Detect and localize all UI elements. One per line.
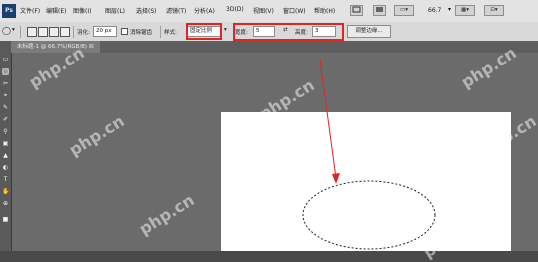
menu-image[interactable]: 图像(I): [73, 6, 91, 15]
lasso-tool-icon[interactable]: ✂: [2, 80, 9, 87]
menu-analysis[interactable]: 分析(A): [194, 6, 215, 15]
refine-edge-button[interactable]: 调整边缘...: [347, 25, 391, 38]
menu-layer[interactable]: 图层(L): [105, 6, 125, 15]
chevron-down-icon[interactable]: ▾: [224, 27, 227, 33]
new-selection-icon[interactable]: [27, 27, 37, 37]
menu-edit[interactable]: 编辑(E): [46, 6, 66, 15]
feather-input[interactable]: 20 px: [93, 26, 117, 37]
mini-bridge-icon[interactable]: [373, 5, 386, 16]
dodge-tool-icon[interactable]: ◐: [2, 164, 9, 171]
chevron-down-icon[interactable]: ▾: [448, 6, 451, 13]
document-tab-bar: 未标题-1 @ 66.7%(RGB/8) ☒: [11, 41, 538, 53]
elliptical-marquee-tool-icon[interactable]: ◯: [2, 26, 11, 35]
eyedropper-tool-icon[interactable]: ✎: [2, 104, 9, 111]
screen-mode-icon[interactable]: ⊡▾: [484, 5, 504, 16]
menu-help[interactable]: 帮助(H): [314, 6, 335, 15]
antialias-checkbox[interactable]: [121, 28, 128, 35]
menu-3d[interactable]: 3D(D): [226, 6, 244, 13]
type-tool-icon[interactable]: T: [2, 176, 9, 183]
arrange-documents-icon[interactable]: ▦▾: [455, 5, 475, 16]
zoom-level[interactable]: 66.7: [428, 7, 441, 14]
tool-preset-dropdown-icon[interactable]: ▾: [12, 27, 15, 33]
toolbox: ▭ ◯ ✂ ⌖ ✎ ✐ ⚲ ▣ ▲ ◐ T ✋ ⊕ ■: [0, 41, 12, 251]
separator: [160, 26, 161, 38]
style-highlight-box: [186, 23, 222, 40]
add-to-selection-icon[interactable]: [38, 27, 48, 37]
zoom-tool-icon[interactable]: ⊕: [2, 200, 9, 207]
view-extras-icon[interactable]: ▭▾: [394, 5, 414, 16]
menu-select[interactable]: 选择(S): [136, 6, 157, 15]
healing-brush-tool-icon[interactable]: ✐: [2, 116, 9, 123]
style-label: 样式:: [164, 30, 177, 36]
intersect-selection-icon[interactable]: [60, 27, 70, 37]
separator: [73, 26, 74, 38]
menu-window[interactable]: 窗口(W): [283, 6, 306, 15]
crop-tool-icon[interactable]: ⌖: [2, 92, 9, 99]
antialias-label: 消除锯齿: [130, 30, 153, 36]
elliptical-marquee-tool-icon[interactable]: ◯: [2, 68, 9, 75]
feather-label: 羽化:: [77, 30, 90, 36]
dimensions-highlight-box: [233, 23, 344, 41]
foreground-color-swatch[interactable]: ■: [2, 216, 9, 223]
clone-stamp-tool-icon[interactable]: ▣: [2, 140, 9, 147]
photoshop-logo-icon: Ps: [2, 4, 16, 18]
menu-view[interactable]: 视图(V): [253, 6, 274, 15]
document-tab[interactable]: 未标题-1 @ 66.7%(RGB/8) ☒: [11, 41, 100, 53]
menu-bar: Ps 文件(F) 编辑(E) 图像(I) 图层(L) 选择(S) 滤镜(T) 分…: [0, 0, 538, 23]
menu-filter[interactable]: 滤镜(T): [166, 6, 186, 15]
brush-tool-icon[interactable]: ⚲: [2, 128, 9, 135]
marquee-tool-icon[interactable]: ▭: [2, 56, 9, 63]
hand-tool-icon[interactable]: ✋: [2, 188, 9, 195]
eraser-tool-icon[interactable]: ▲: [2, 152, 9, 159]
separator: [20, 26, 21, 38]
menu-file[interactable]: 文件(F): [20, 6, 40, 15]
subtract-from-selection-icon[interactable]: [49, 27, 59, 37]
bridge-icon[interactable]: [350, 5, 363, 16]
